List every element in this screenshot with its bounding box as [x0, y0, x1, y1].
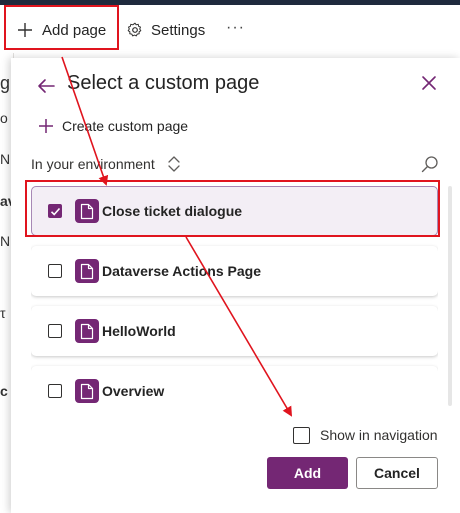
page-checkbox[interactable]	[48, 384, 62, 398]
page-name: HelloWorld	[102, 323, 176, 339]
ellipsis-icon: ···	[226, 19, 245, 36]
environment-label: In your environment	[31, 156, 155, 172]
close-icon[interactable]	[420, 74, 438, 92]
show-in-navigation-checkbox[interactable]: Show in navigation	[293, 425, 438, 445]
page-icon	[75, 319, 99, 343]
page-name: Overview	[102, 383, 165, 399]
gear-icon	[127, 22, 142, 37]
list-item[interactable]: Overview	[31, 366, 438, 410]
highlight-box	[25, 180, 440, 237]
checkbox-box[interactable]	[293, 426, 310, 444]
page-name: Dataverse Actions Page	[102, 263, 261, 279]
page-checkbox[interactable]	[48, 324, 62, 338]
settings-label: Settings	[151, 21, 206, 39]
create-custom-page-label: Create custom page	[62, 118, 189, 134]
search-icon[interactable]	[421, 155, 439, 173]
list-item[interactable]: Dataverse Actions Page	[31, 246, 438, 296]
highlight-box	[4, 5, 119, 50]
create-custom-page-button[interactable]: Create custom page	[38, 116, 188, 136]
environment-sort-header[interactable]: In your environment	[31, 153, 181, 175]
back-arrow-icon[interactable]	[36, 76, 56, 96]
sort-icon	[168, 156, 180, 172]
more-options-button[interactable]: ···	[226, 15, 245, 41]
plus-icon	[39, 119, 53, 133]
select-custom-page-panel: Select a custom page Create custom page …	[11, 58, 460, 513]
page-icon	[75, 259, 99, 283]
add-button[interactable]: Add	[267, 457, 348, 489]
show-in-navigation-label: Show in navigation	[320, 427, 438, 443]
panel-title: Select a custom page	[67, 72, 260, 94]
settings-button[interactable]: Settings	[127, 17, 205, 43]
page-checkbox[interactable]	[48, 264, 62, 278]
list-item[interactable]: HelloWorld	[31, 306, 438, 356]
cancel-button[interactable]: Cancel	[356, 457, 438, 489]
list-scrollbar[interactable]	[448, 186, 452, 406]
page-icon	[75, 379, 99, 403]
